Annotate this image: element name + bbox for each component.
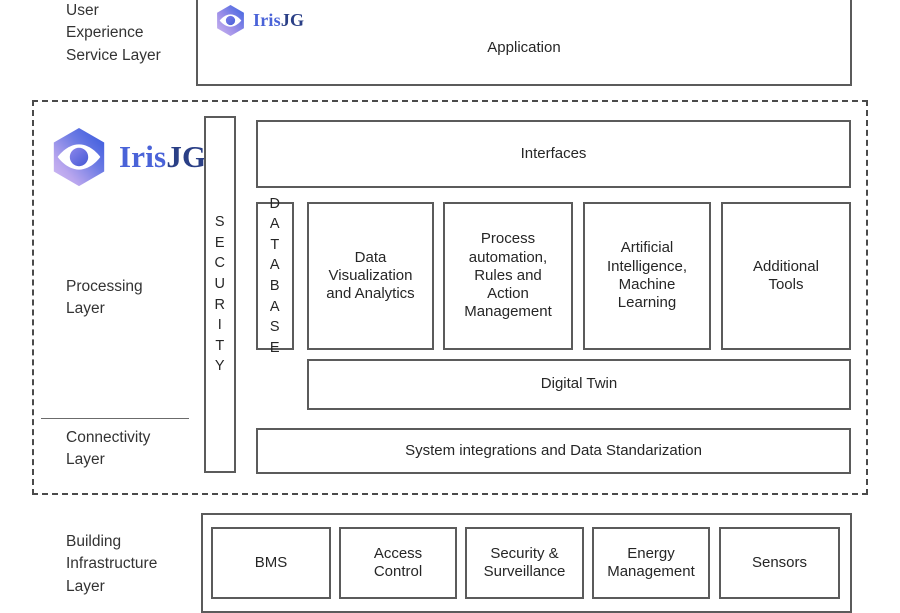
infrastructure-sensors[interactable]: Sensors — [719, 527, 840, 599]
infrastructure-bms[interactable]: BMS — [211, 527, 331, 599]
brand-name-secondary: JG — [166, 139, 207, 174]
security-letter: R — [214, 296, 226, 313]
database-letter: A — [269, 216, 281, 233]
security-column[interactable]: S E C U R I T Y — [204, 116, 236, 473]
security-letter: C — [214, 255, 226, 272]
module-label: Artificial Intelligence, Machine Learnin… — [606, 239, 688, 312]
interfaces-box[interactable]: Interfaces — [256, 120, 851, 188]
infrastructure-label: Energy Management — [607, 544, 695, 580]
brand-logo-small-text: IrisJG — [253, 10, 304, 31]
iris-eye-hexagon-icon — [53, 127, 105, 187]
security-letter: Y — [214, 358, 226, 375]
application-label: Application — [487, 38, 561, 56]
system-integrations-label: System integrations and Data Standarizat… — [405, 441, 702, 459]
database-letter: E — [269, 339, 281, 356]
database-letter: T — [270, 236, 280, 253]
processing-connectivity-divider — [41, 418, 189, 419]
layer-label-user-experience: User Experience Service Layer — [66, 2, 161, 64]
architecture-diagram: User Experience Service Layer Applicatio… — [0, 0, 900, 613]
database-letter: D — [269, 195, 281, 212]
brand-name-primary: Iris — [253, 10, 281, 30]
module-label: Data Visualization and Analytics — [326, 248, 415, 303]
security-letter: S — [214, 214, 226, 231]
database-letter: S — [269, 319, 281, 336]
infrastructure-label: Access Control — [373, 544, 423, 580]
brand-logo-small: IrisJG — [214, 4, 304, 37]
infrastructure-security-surveillance[interactable]: Security & Surveillance — [465, 527, 584, 599]
module-process-automation[interactable]: Process automation, Rules and Action Man… — [443, 202, 573, 350]
interfaces-label: Interfaces — [520, 144, 587, 162]
security-column-label: S E C U R I T Y — [215, 212, 226, 377]
infrastructure-access-control[interactable]: Access Control — [339, 527, 457, 599]
module-label: Additional Tools — [753, 257, 819, 293]
layer-label-processing: Processing Layer — [66, 278, 143, 318]
module-data-visualization[interactable]: Data Visualization and Analytics — [307, 202, 434, 350]
database-column-label: D A T A B A S E — [270, 194, 281, 359]
iris-eye-hexagon-icon — [217, 5, 244, 36]
infrastructure-label: Security & Surveillance — [483, 544, 566, 580]
security-letter: U — [214, 275, 226, 292]
database-letter: B — [269, 278, 281, 294]
infrastructure-energy-management[interactable]: Energy Management — [592, 527, 710, 599]
module-label: Process automation, Rules and Action Man… — [464, 230, 552, 321]
infrastructure-label: Sensors — [751, 553, 808, 571]
database-letter: A — [269, 298, 281, 315]
security-letter: E — [214, 234, 226, 251]
infrastructure-label: BMS — [254, 553, 288, 571]
layer-label-building-infrastructure: Building Infrastructure Layer — [66, 533, 158, 595]
brand-logo-large-text: IrisJG — [119, 139, 206, 175]
security-letter: T — [215, 337, 225, 354]
digital-twin-box[interactable]: Digital Twin — [307, 359, 851, 410]
brand-name-primary: Iris — [119, 139, 167, 174]
security-letter: I — [217, 317, 223, 334]
module-artificial-intelligence[interactable]: Artificial Intelligence, Machine Learnin… — [583, 202, 711, 350]
database-column[interactable]: D A T A B A S E — [256, 196, 294, 356]
database-letter: A — [269, 257, 281, 274]
digital-twin-label: Digital Twin — [540, 375, 618, 393]
module-additional-tools[interactable]: Additional Tools — [721, 202, 851, 350]
layer-label-connectivity: Connectivity Layer — [66, 429, 151, 469]
system-integrations-box[interactable]: System integrations and Data Standarizat… — [256, 428, 851, 474]
brand-name-secondary: JG — [280, 10, 305, 30]
brand-logo-large: IrisJG — [48, 126, 206, 188]
